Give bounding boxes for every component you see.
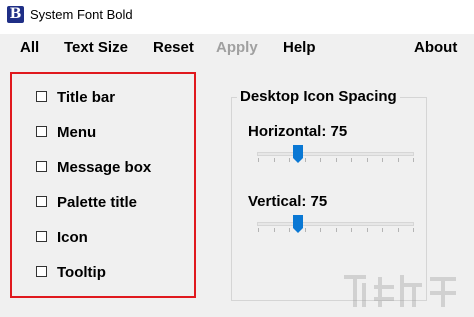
vertical-spacing-slider-track[interactable]: [257, 222, 414, 226]
menu-bar: All Text Size Reset Apply Help About: [0, 34, 474, 62]
slider-tick: [382, 228, 383, 232]
slider-tick: [258, 158, 259, 162]
icon-spacing-group-title: Desktop Icon Spacing: [237, 88, 400, 105]
slider-tick: [335, 158, 337, 162]
slider-tick: [273, 228, 275, 232]
option-label: Tooltip: [57, 264, 106, 281]
slider-tick: [258, 228, 259, 232]
slider-tick: [273, 158, 275, 162]
font-options-panel: Title bar Menu Message box Palette title…: [10, 72, 196, 298]
checkbox[interactable]: [36, 231, 47, 242]
slider-tick: [366, 158, 368, 162]
option-label: Message box: [57, 159, 152, 176]
slider-tick: [320, 158, 321, 162]
app-logo-icon: B: [7, 6, 24, 23]
slider-tick: [304, 158, 306, 162]
slider-tick: [289, 158, 290, 162]
slider-tick: [413, 228, 414, 232]
checkbox[interactable]: [36, 91, 47, 102]
slider-tick: [382, 158, 383, 162]
checkbox[interactable]: [36, 126, 47, 137]
horizontal-spacing-slider-track[interactable]: [257, 152, 414, 156]
option-label: Icon: [57, 229, 88, 246]
option-label: Menu: [57, 124, 97, 141]
slider-tick: [304, 228, 306, 232]
horizontal-spacing-label: Horizontal: 75: [248, 123, 348, 140]
option-label: Palette title: [57, 194, 138, 211]
watermark-icon: [344, 275, 456, 307]
slider-tick: [351, 228, 352, 232]
slider-tick: [335, 228, 337, 232]
slider-tick: [413, 158, 414, 162]
checkbox[interactable]: [36, 196, 47, 207]
menu-apply[interactable]: Apply: [216, 39, 258, 56]
slider-tick: [397, 228, 399, 232]
slider-tick: [397, 158, 399, 162]
title-bar: B System Font Bold: [0, 0, 474, 34]
menu-all[interactable]: All: [20, 39, 39, 56]
checkbox[interactable]: [36, 266, 47, 277]
menu-text-size[interactable]: Text Size: [64, 39, 128, 56]
vertical-spacing-label: Vertical: 75: [248, 193, 328, 210]
slider-tick: [320, 228, 321, 232]
slider-tick: [366, 228, 368, 232]
window-title: System Font Bold: [30, 7, 133, 22]
slider-tick: [351, 158, 352, 162]
option-label: Title bar: [57, 89, 116, 106]
menu-help[interactable]: Help: [283, 39, 316, 56]
slider-tick: [289, 228, 290, 232]
menu-about[interactable]: About: [414, 39, 457, 56]
checkbox[interactable]: [36, 161, 47, 172]
menu-reset[interactable]: Reset: [153, 39, 194, 56]
